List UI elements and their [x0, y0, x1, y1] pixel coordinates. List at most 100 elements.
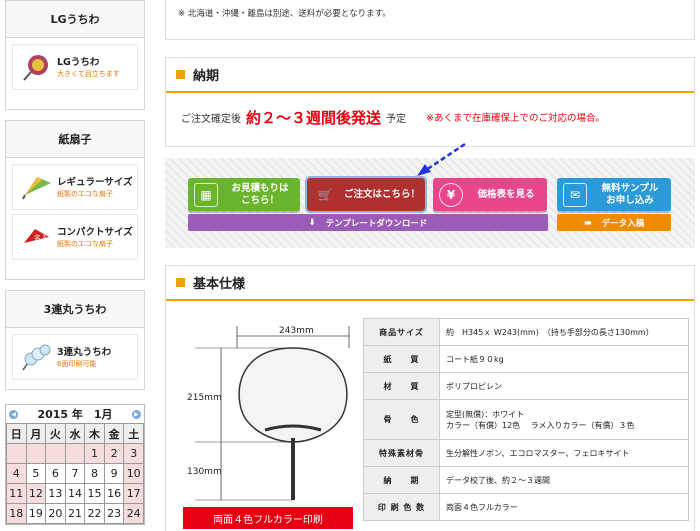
folder-icon: ▬ [583, 217, 592, 228]
width-label: 243mm [279, 326, 314, 336]
calendar-prev-icon[interactable]: ◀ [9, 409, 18, 419]
free-sample-button[interactable]: ✉ 無料サンプル お申し込み [557, 178, 671, 211]
triple-uchiwa-icon [22, 344, 51, 371]
heading-marker [176, 278, 185, 287]
calendar-day: 23 [103, 503, 125, 524]
template-download-label: テンプレートダウンロード [325, 218, 428, 229]
lg-uchiwa-heading: LGうちわ [6, 1, 144, 38]
spec-value: データ校了後、約２～３週間 [439, 466, 689, 494]
price-list-button-label: 価格表を見る [477, 188, 535, 200]
calendar-day: 9 [103, 463, 125, 484]
triple-uchiwa-heading: 3連丸うちわ [6, 291, 144, 328]
sidebar-item-sub: 紙製のエコな扇子 [57, 189, 113, 198]
calculator-icon: ▦ [194, 182, 218, 207]
calendar-day: 2 [103, 443, 125, 464]
spec-value: ポリプロピレン [439, 372, 689, 400]
sidebar-item-title: コンパクトサイズ [57, 226, 133, 238]
weekday-label: 水 [64, 423, 86, 444]
calendar: ◀ 2015 年 1月 ▶ 日 月 火 水 木 金 土 1 2 3 4 5 6 … [5, 404, 145, 525]
triple-uchiwa-box: 3連丸うちわ 3連丸うちわ 6面印刷可能 [5, 290, 145, 390]
lg-uchiwa-box: LGうちわ LGうちわ 大きくて目立ちます [5, 0, 145, 110]
spec-key: 印 刷 色 数 [363, 493, 440, 521]
calendar-day: 21 [64, 503, 86, 524]
estimate-button-label: お見積もりは こちら！ [231, 182, 289, 206]
calendar-day: 6 [45, 463, 66, 484]
calendar-day: 5 [25, 463, 47, 484]
spec-value: 両面４色フルカラー [439, 493, 689, 521]
weekday-label: 火 [45, 423, 66, 444]
yen-icon: ¥ [439, 182, 463, 207]
delivery-heading-text: 納期 [193, 69, 220, 84]
spec-key: 材 質 [363, 372, 440, 400]
calendar-title: 2015 年 1月 [37, 408, 113, 421]
sidebar-item-sub: 6面印刷可能 [57, 359, 97, 368]
sidebar-item-title: レギュラーサイズ [57, 176, 133, 188]
table-row: 印 刷 色 数両面４色フルカラー [363, 493, 689, 521]
calendar-day: 3 [123, 443, 144, 464]
folding-fan-icon [22, 177, 51, 200]
data-submission-button[interactable]: ▬ データ入稿 [557, 214, 671, 231]
calendar-day: 22 [84, 503, 105, 524]
sidebar-item-sub: 大きくて目立ちます [57, 69, 120, 78]
spec-table: 商品サイズ約 H345ｘ W243(mm) （持ち手部分の長さ130mm） 紙 … [363, 318, 689, 521]
delivery-section: 納期 ご注文確定後 約２～３週間後発送 予定 ※あくまで在庫確保上でのご対応の場… [165, 57, 695, 147]
data-submission-label: データ入稿 [601, 218, 645, 229]
mail-icon: ✉ [563, 182, 587, 207]
delivery-note: ※あくまで在庫確保上でのご対応の場合。 [426, 113, 605, 124]
calendar-day: 20 [45, 503, 66, 524]
heading-marker [176, 70, 185, 79]
spec-value: 定型(無償)：ホワイト カラー（有償）12色 ラメ入りカラー（有償）３色 [439, 399, 689, 440]
download-icon: ⬇ [308, 217, 316, 228]
spec-value: コート紙９０kg [439, 345, 689, 373]
calendar-day: 8 [84, 463, 105, 484]
spec-heading: 基本仕様 [166, 266, 694, 301]
calendar-day: 1 [84, 443, 105, 464]
lower-height-label: 130mm [187, 467, 222, 477]
calendar-day: 16 [103, 483, 125, 504]
delivery-heading: 納期 [166, 58, 694, 93]
order-button-label: ご注文はこちら！ [343, 188, 420, 200]
sidebar-item-compact-size[interactable]: 名入 コンパクトサイズ 紙製のエコな扇子 [12, 214, 138, 260]
free-sample-button-label: 無料サンプル お申し込み [601, 182, 659, 206]
calendar-day [45, 443, 66, 464]
price-list-button[interactable]: ¥ 価格表を見る [433, 178, 547, 211]
paper-fan-heading: 紙扇子 [6, 121, 144, 158]
table-row: 納 期データ校了後、約２～３週間 [363, 466, 689, 494]
calendar-day: 24 [123, 503, 144, 524]
svg-text:名入: 名入 [34, 233, 48, 242]
calendar-next-icon[interactable]: ▶ [131, 409, 141, 419]
sidebar-item-regular-size[interactable]: レギュラーサイズ 紙製のエコな扇子 [12, 164, 138, 210]
spec-heading-text: 基本仕様 [193, 277, 246, 292]
spec-key: 骨 色 [363, 399, 440, 440]
calendar-grid: 日 月 火 水 木 金 土 1 2 3 4 5 6 7 8 9 10 11 12… [6, 423, 144, 524]
sidebar-item-sub: 紙製のエコな扇子 [57, 239, 113, 248]
shipping-note: ※ 北海道・沖縄・離島は別途、送料が必要となります。 [178, 9, 391, 19]
table-row: 紙 質コート紙９０kg [363, 345, 689, 373]
calendar-day: 12 [25, 483, 47, 504]
spec-value: 約 H345ｘ W243(mm) （持ち手部分の長さ130mm） [439, 318, 689, 346]
estimate-button[interactable]: ▦ お見積もりは こちら！ [188, 178, 300, 211]
sidebar-item-triple-uchiwa[interactable]: 3連丸うちわ 6面印刷可能 [12, 334, 138, 380]
pointer-arrow-icon [417, 142, 466, 176]
table-row: 特殊素材骨 生分解性ノボン、エコロマスター、フェロキサイト [363, 439, 689, 467]
delivery-suffix: 予定 [386, 113, 407, 125]
calendar-day: 18 [6, 503, 27, 524]
paper-fan-box: 紙扇子 レギュラーサイズ 紙製のエコな扇子 名入 コンパクトサイズ 紙製のエコな… [5, 120, 145, 280]
upper-height-label: 215mm [187, 393, 222, 403]
sidebar: LGうちわ LGうちわ 大きくて目立ちます 紙扇子 レギュラーサイズ 紙製のエコ… [0, 0, 150, 531]
order-button[interactable]: 🛒 ご注文はこちら！ [305, 176, 427, 213]
cut-note [166, 0, 694, 8]
template-download-button[interactable]: ⬇ テンプレートダウンロード [188, 214, 548, 231]
calendar-day: 15 [84, 483, 105, 504]
folding-fan-icon: 名入 [24, 229, 49, 243]
weekday-label: 金 [103, 423, 125, 444]
action-button-area: ▦ お見積もりは こちら！ 🛒 ご注文はこちら！ ¥ 価格表を見る ✉ 無料サン… [165, 142, 695, 248]
calendar-day: 17 [123, 483, 144, 504]
sidebar-item-lg-uchiwa[interactable]: LGうちわ 大きくて目立ちます [12, 44, 138, 90]
calendar-day [64, 443, 86, 464]
calendar-day [6, 443, 27, 464]
print-label: 両面４色フルカラー印刷 [183, 507, 353, 529]
calendar-day: 11 [6, 483, 27, 504]
calendar-day: 4 [6, 463, 27, 484]
calendar-day: 19 [25, 503, 47, 524]
